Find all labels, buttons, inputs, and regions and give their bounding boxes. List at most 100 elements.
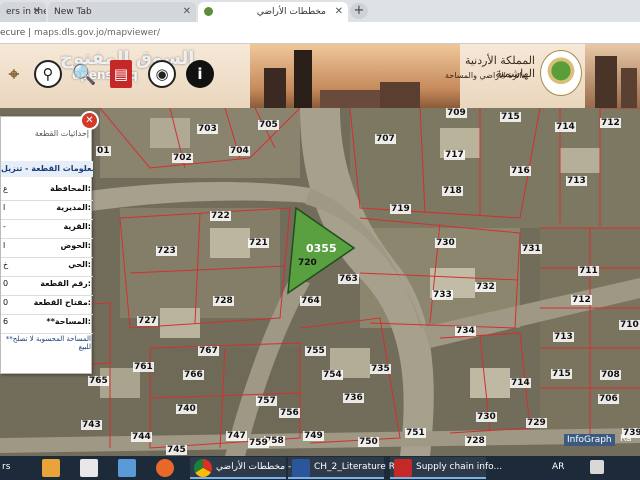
parcel-number-label[interactable]: 730	[476, 412, 497, 422]
parcel-number-label[interactable]: 763	[338, 274, 359, 284]
taskbar-item-chrome[interactable]: مخططات الأراضي -	[190, 457, 291, 479]
parcel-number-label[interactable]: 757	[256, 396, 277, 406]
parcel-number-label[interactable]: 706	[598, 394, 619, 404]
selected-parcel-number: 0355	[306, 242, 337, 255]
parcel-number-label[interactable]: 721	[248, 238, 269, 248]
locate-icon[interactable]: ◉	[148, 60, 176, 88]
parcel-number-label[interactable]: 754	[322, 370, 343, 380]
ministry-subtitle: دائرة الأراضي والمساحة	[445, 71, 525, 80]
notification-icon[interactable]	[590, 460, 604, 474]
close-icon[interactable]: ✕	[33, 2, 41, 22]
close-panel-button[interactable]: ✕	[82, 113, 97, 128]
parcel-number-label[interactable]: 765	[88, 376, 109, 386]
parcel-number-label[interactable]: 712	[600, 118, 621, 128]
parcel-number-label[interactable]: 728	[213, 296, 234, 306]
parcel-number-label[interactable]: 764	[300, 296, 321, 306]
new-tab-button[interactable]: +	[350, 3, 368, 19]
parcel-number-label[interactable]: 714	[555, 122, 576, 132]
panel-title[interactable]: معلومات القطعة - تنزيل	[1, 161, 93, 177]
parcel-number-label[interactable]: 759	[248, 438, 269, 448]
selected-parcel-subnumber: 720	[298, 258, 317, 268]
parcel-number-label[interactable]: 707	[375, 134, 396, 144]
parcel-number-label[interactable]: 751	[405, 428, 426, 438]
zoom-icon[interactable]: 🔍	[70, 60, 98, 88]
infograph-credit: InfoGraph	[564, 434, 615, 446]
security-label: ecure |	[0, 28, 32, 38]
parcel-number-label[interactable]: 723	[156, 246, 177, 256]
parcel-number-label[interactable]: 703	[197, 124, 218, 134]
site-header: السوق المفتوح opensooq المملكة الأردنية …	[0, 44, 640, 108]
panel-row-key: الحوض:	[60, 241, 92, 250]
parcel-number-label[interactable]: 717	[444, 150, 465, 160]
parcel-number-label[interactable]: 708	[600, 370, 621, 380]
parcel-number-label[interactable]: 756	[279, 408, 300, 418]
coordinates-link[interactable]: إحداثيات القطعة	[5, 129, 89, 138]
locate-pin-icon[interactable]: ⚲	[34, 60, 62, 88]
tab-land-maps[interactable]: مخططات الأراضي ✕	[198, 2, 348, 22]
parcel-number-label[interactable]: 755	[305, 346, 326, 356]
parcel-number-label[interactable]: 715	[551, 369, 572, 379]
close-icon[interactable]: ✕	[335, 2, 343, 22]
book-icon[interactable]: ▤	[110, 60, 132, 88]
parcel-number-label[interactable]: 714	[510, 378, 531, 388]
parcel-number-label[interactable]: 716	[510, 166, 531, 176]
parcel-number-label[interactable]: 761	[133, 362, 154, 372]
firefox-icon[interactable]	[156, 459, 174, 477]
parcel-number-label[interactable]: 718	[442, 186, 463, 196]
taskbar-item-pdf[interactable]: Supply chain info...	[390, 457, 502, 479]
parcel-number-label[interactable]: 729	[526, 418, 547, 428]
parcel-number-label[interactable]: 01	[96, 146, 111, 156]
windows-taskbar: rs مخططات الأراضي - CH_2_Literature R...…	[0, 456, 640, 480]
close-icon[interactable]: ✕	[183, 2, 191, 22]
parcel-number-label[interactable]: 713	[553, 332, 574, 342]
parcel-number-label[interactable]: 712	[571, 295, 592, 305]
media-player-icon[interactable]	[42, 459, 60, 477]
parcel-number-label[interactable]: 749	[303, 431, 324, 441]
language-indicator[interactable]: AR	[552, 462, 564, 472]
parcel-number-label[interactable]: 745	[166, 445, 187, 455]
parcel-number-label[interactable]: 730	[435, 238, 456, 248]
pdf-icon	[394, 459, 412, 477]
parcel-number-label[interactable]: 731	[521, 244, 542, 254]
parcel-number-label[interactable]: 744	[131, 432, 152, 442]
info-icon[interactable]: i	[186, 60, 214, 88]
parcel-number-label[interactable]: 734	[455, 326, 476, 336]
parcel-number-label[interactable]: 709	[446, 108, 467, 118]
parcel-number-label[interactable]: 747	[226, 431, 247, 441]
paint-icon[interactable]	[118, 459, 136, 477]
tab-ers[interactable]: ers in the ✕	[0, 2, 46, 22]
parcel-number-label[interactable]: 766	[183, 370, 204, 380]
parcel-number-label[interactable]: 733	[432, 290, 453, 300]
parcel-number-label[interactable]: 732	[475, 282, 496, 292]
parcel-number-label[interactable]: 702	[172, 153, 193, 163]
parcel-number-label[interactable]: 711	[578, 266, 599, 276]
pin-map-icon[interactable]: ⌖	[0, 60, 28, 88]
parcel-number-label[interactable]: 750	[358, 437, 379, 447]
parcel-number-label[interactable]: 743	[81, 420, 102, 430]
parcel-number-label[interactable]: 727	[137, 316, 158, 326]
panel-row-value: ا	[3, 241, 6, 250]
parcel-number-label[interactable]: 704	[229, 146, 250, 156]
parcel-number-label[interactable]: 722	[210, 211, 231, 221]
address-bar[interactable]: ecure | maps.dls.gov.jo/mapviewer/	[0, 22, 640, 44]
site-favicon-icon	[204, 7, 213, 16]
parcel-map[interactable]: 0355 720 703 705 707 709 715 714 712 702 704 717 7…	[0, 108, 640, 456]
parcel-number-label[interactable]: 767	[198, 346, 219, 356]
parcel-number-label[interactable]: 710	[619, 320, 640, 330]
parcel-number-label[interactable]: 740	[176, 404, 197, 414]
url-display[interactable]: ecure | maps.dls.gov.jo/mapviewer/	[0, 25, 640, 41]
panel-row-value: 0	[3, 298, 9, 307]
parcel-number-label[interactable]: 705	[258, 120, 279, 130]
browser-tab-strip: ers in the ✕ New Tab ✕ مخططات الأراضي ✕ …	[0, 0, 640, 22]
parcel-number-label[interactable]: 713	[566, 176, 587, 186]
taskbar-item-word[interactable]: CH_2_Literature R...	[288, 457, 403, 479]
parcel-number-label[interactable]: 715	[500, 112, 521, 122]
parcel-number-label[interactable]: 728	[465, 436, 486, 446]
notepad-icon[interactable]	[80, 459, 98, 477]
tab-new-tab[interactable]: New Tab ✕	[48, 2, 196, 22]
parcel-number-label[interactable]: 736	[343, 393, 364, 403]
parcel-number-label[interactable]: 735	[370, 364, 391, 374]
parcel-number-label[interactable]: 719	[390, 204, 411, 214]
panel-row-key: المحافظة:	[50, 184, 91, 193]
area-note: **المساحة المحسوبة لا تصلح للبيع	[5, 335, 91, 351]
